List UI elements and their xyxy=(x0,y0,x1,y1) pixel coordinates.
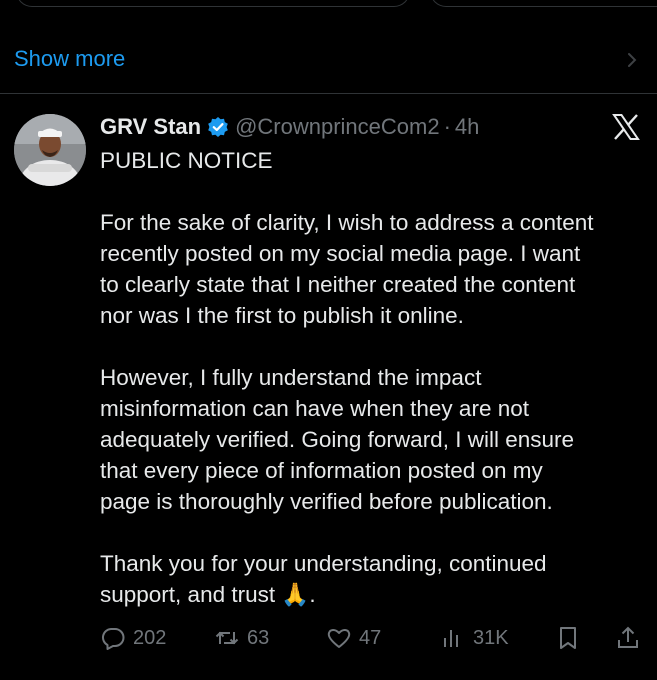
preview-card-right[interactable] xyxy=(430,0,657,7)
like-count: 47 xyxy=(359,626,382,649)
tweet-line: For the sake of clarity, I wish to addre… xyxy=(100,210,594,235)
repost-count: 63 xyxy=(247,626,270,649)
like-button[interactable]: 47 xyxy=(326,625,381,651)
x-logo-icon[interactable] xyxy=(612,114,640,140)
divider xyxy=(0,93,657,94)
share-button[interactable] xyxy=(615,625,641,651)
tweet-line: recently posted on my social media page.… xyxy=(100,241,581,266)
repost-button[interactable]: 63 xyxy=(214,625,269,651)
tweet-header: GRV Stan @CrownprinceCom2 · 4h xyxy=(100,112,479,142)
timestamp[interactable]: 4h xyxy=(455,114,479,140)
reply-icon xyxy=(101,628,125,650)
tweet-line: adequately verified. Going forward, I wi… xyxy=(100,427,574,452)
bookmark-button[interactable] xyxy=(555,625,581,651)
tweet-text: PUBLIC NOTICE For the sake of clarity, I… xyxy=(100,145,650,610)
avatar[interactable] xyxy=(14,114,86,186)
chevron-right-icon[interactable] xyxy=(624,50,640,70)
show-more-link[interactable]: Show more xyxy=(14,46,125,72)
preview-card-left[interactable] xyxy=(16,0,410,7)
tweet-blank-line xyxy=(100,517,650,548)
tweet-line: nor was I the first to publish it online… xyxy=(100,303,464,328)
views-icon xyxy=(444,630,458,647)
tweet-actions: 202 63 47 31K xyxy=(100,625,645,659)
tweet-line: to clearly state that I neither created … xyxy=(100,272,576,297)
tweet-blank-line xyxy=(100,176,650,207)
bookmark-icon xyxy=(560,627,576,649)
tweet-blank-line xyxy=(100,331,650,362)
share-icon xyxy=(618,626,638,648)
tweet-line: that every piece of information posted o… xyxy=(100,458,543,483)
reply-count: 202 xyxy=(133,626,167,649)
previous-content-cards xyxy=(0,0,657,10)
like-icon xyxy=(327,629,351,648)
avatar-image xyxy=(14,114,86,186)
tweet-line: support, and trust 🙏. xyxy=(100,582,316,607)
verified-badge-icon[interactable] xyxy=(207,116,229,138)
views-count: 31K xyxy=(473,626,509,649)
author-name[interactable]: GRV Stan xyxy=(100,114,201,140)
views-button[interactable]: 31K xyxy=(440,625,509,651)
tweet-line: However, I fully understand the impact xyxy=(100,365,482,390)
repost-icon xyxy=(215,631,239,645)
tweet-line: page is thoroughly verified before publi… xyxy=(100,489,553,514)
author-handle[interactable]: @CrownprinceCom2 xyxy=(235,114,440,140)
reply-button[interactable]: 202 xyxy=(100,625,166,651)
tweet-line: misinformation can have when they are no… xyxy=(100,396,529,421)
tweet-line: PUBLIC NOTICE xyxy=(100,148,273,173)
tweet-line: Thank you for your understanding, contin… xyxy=(100,551,547,576)
separator-dot: · xyxy=(443,114,451,139)
